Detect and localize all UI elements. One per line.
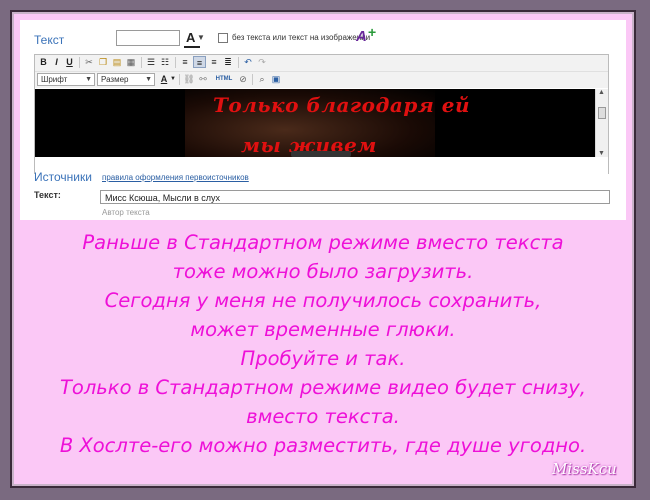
embedded-video[interactable]: Только благодаря ей мы живем [35, 89, 597, 157]
font-select[interactable]: Шрифт ▼ [37, 73, 95, 86]
toolbar-separator [238, 57, 239, 68]
message-line: тоже можно было загрузить. [172, 260, 474, 283]
font-color-icon[interactable]: A [186, 30, 195, 45]
toolbar-separator [175, 57, 176, 68]
image-icon[interactable]: ▣ [270, 73, 282, 85]
toolbar-separator [141, 57, 142, 68]
toolbar-separator [79, 57, 80, 68]
sources-rules-link[interactable]: правила оформления первоисточников [102, 173, 249, 182]
paste-icon[interactable]: ▤ [111, 56, 123, 68]
editor-content[interactable]: Только благодаря ей мы живем ▲ ▼ [35, 89, 608, 175]
chevron-down-icon: ▼ [145, 76, 152, 83]
message-line: Раньше в Стандартном режиме вместо текст… [82, 231, 564, 254]
message-line: Только в Стандартном режиме видео будет … [60, 376, 586, 399]
align-left-icon[interactable]: ≡ [179, 56, 191, 68]
html-button[interactable]: HTML [213, 73, 235, 85]
message-line: вместо текста. [246, 405, 400, 428]
paste-text-icon[interactable]: ▦ [125, 56, 137, 68]
toolbar-separator [179, 74, 180, 85]
plus-icon[interactable]: + [368, 24, 376, 40]
no-text-checkbox-label: без текста или текст на изображении [232, 33, 371, 42]
underline-button[interactable]: U [64, 56, 75, 68]
image-frame: Текст A ▼ без текста или текст на изобра… [0, 0, 650, 500]
title-input[interactable] [116, 30, 180, 46]
message-text: Раньше в Стандартном режиме вместо текст… [20, 228, 626, 460]
chevron-down-icon[interactable]: ▼ [170, 73, 176, 85]
redo-icon[interactable]: ↷ [256, 56, 268, 68]
toolbar-separator [252, 74, 253, 85]
remove-format-icon[interactable]: ⊘ [237, 73, 249, 85]
post-editor-screenshot: Текст A ▼ без текста или текст на изобра… [20, 20, 626, 220]
numbered-list-icon[interactable]: ☷ [159, 56, 171, 68]
font-color-swatch [184, 46, 200, 48]
editor-scrollbar[interactable]: ▲ ▼ [595, 89, 608, 157]
align-center-icon[interactable]: ≡ [193, 56, 206, 68]
font-select-value: Шрифт [41, 75, 68, 84]
editor-toolbar-row-2: Шрифт ▼ Размер ▼ A ▼ ⛓ ⚯ HTML ⊘ ⌕ ▣ [35, 72, 608, 88]
find-replace-icon[interactable]: ⌕ [256, 73, 268, 85]
add-font-icon[interactable]: A [356, 28, 367, 45]
author-hint: Автор текста [102, 208, 150, 217]
undo-icon[interactable]: ↶ [242, 56, 254, 68]
size-select[interactable]: Размер ▼ [97, 73, 155, 86]
bullet-list-icon[interactable]: ☰ [145, 56, 157, 68]
text-title-row: Текст A ▼ без текста или текст на изобра… [34, 24, 624, 52]
scroll-up-icon[interactable]: ▲ [598, 89, 605, 96]
link-icon[interactable]: ⛓ [183, 73, 195, 85]
chevron-down-icon[interactable]: ▼ [197, 33, 205, 42]
video-controls-bar[interactable] [291, 151, 351, 157]
rich-text-editor: B I U ✂ ❐ ▤ ▦ ☰ ☷ ≡ ≡ ≡ ≣ ↶ ↷ Шрифт ▼ Ра… [34, 54, 609, 175]
scroll-down-icon[interactable]: ▼ [598, 150, 605, 157]
cut-icon[interactable]: ✂ [83, 56, 95, 68]
author-input[interactable]: Мисс Ксюша, Мысли в слух [100, 190, 610, 204]
bold-button[interactable]: B [38, 56, 49, 68]
size-select-value: Размер [101, 75, 129, 84]
message-line: Сегодня у меня не получилось сохранить, [104, 289, 542, 312]
align-right-icon[interactable]: ≡ [208, 56, 220, 68]
text-color-icon[interactable]: A [159, 73, 169, 85]
message-line: может временные глюки. [190, 318, 456, 341]
editor-toolbar-row-1: B I U ✂ ❐ ▤ ▦ ☰ ☷ ≡ ≡ ≡ ≣ ↶ ↷ [35, 55, 608, 72]
video-caption-line-1: Только благодаря ей [213, 93, 471, 117]
author-field-label: Текст: [34, 190, 61, 200]
italic-button[interactable]: I [51, 56, 62, 68]
chevron-down-icon: ▼ [85, 76, 92, 83]
text-field-label: Текст [34, 33, 65, 47]
align-justify-icon[interactable]: ≣ [222, 56, 234, 68]
copy-icon[interactable]: ❐ [97, 56, 109, 68]
author-signature: MissKcu [552, 460, 617, 478]
no-text-checkbox[interactable] [218, 33, 228, 43]
sources-label: Источники [34, 170, 92, 184]
scrollbar-thumb[interactable] [598, 107, 606, 119]
unlink-icon[interactable]: ⚯ [197, 73, 209, 85]
message-line: Пробуйте и так. [240, 347, 406, 370]
message-line: В Хослте-его можно разместить, где душе … [59, 434, 587, 457]
